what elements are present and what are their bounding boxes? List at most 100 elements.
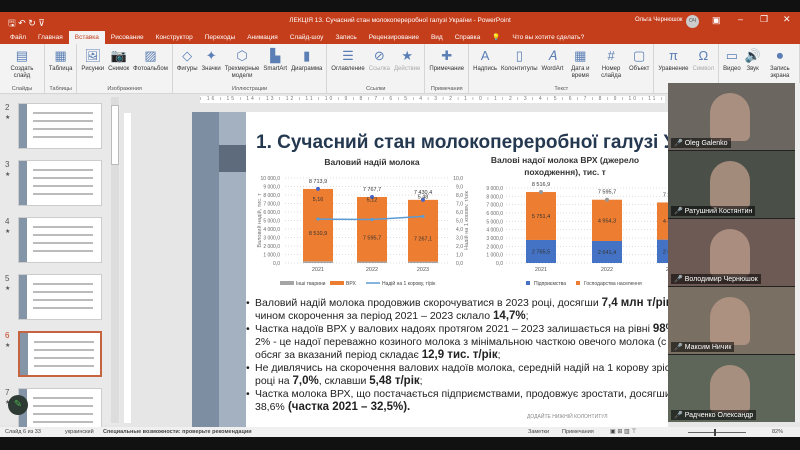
participant-video [710,93,750,141]
legend-swatch [330,281,344,285]
participant-tile[interactable]: 🎤 Володимир Чернюшок [668,219,795,286]
bullet-line: обсяг за вказаний період складає 12,9 ти… [255,349,501,362]
bullet-text: ; [419,375,423,387]
y-tick-label: 0,0 [273,261,280,267]
accessibility-status[interactable]: Специальные возможности: проверьте реком… [103,429,252,435]
user-name[interactable]: Ольга Чернюшок [635,17,683,23]
button-label: Надпись [473,66,498,72]
bullet-line: році на 7,0%, склавши 5,48 т/рік; [255,375,423,388]
bar-ВРХ [357,196,387,262]
footer-placeholder[interactable]: ДОДАЙТЕ НИЖНІЙ КОЛОНТИТУЛ [527,414,608,420]
legend-swatch [280,281,294,285]
tab-3[interactable]: Рисование [105,31,150,44]
close-button[interactable]: ✕ [783,14,791,25]
tab-1[interactable]: Главная [32,31,69,44]
button-label: Создать слайд [10,66,34,79]
participant-tile[interactable]: 🎤 Радченко Олександр [668,355,795,422]
animation-star-icon: ★ [5,172,11,178]
bar-value-label: 7 267,1 [414,237,432,243]
lightbulb-icon: 💡 [492,34,501,41]
participant-tile[interactable]: 🎤 Максим Ничик [668,287,795,354]
bullet-line: 2% - це надої переважно козиного молока … [255,336,666,349]
bullet-emphasis: 98% [652,323,668,335]
tab-8[interactable]: Запись [329,31,362,44]
button-label: Трехмерные модели [224,66,260,79]
ribbon-group-2: 🖼 Рисунки 📷 Снимок ▨ Фотоальбом Изображения [77,44,173,94]
comments-button[interactable]: Примечания [562,429,594,435]
y-tick-label: 3 000,0 [486,236,503,242]
button-label: Объект [628,66,650,72]
bullet-emphasis: 5,48 т/рік [369,375,420,387]
tab-11[interactable]: Справка [449,31,487,44]
tab-0[interactable]: Файл [4,31,32,44]
video-call-panel[interactable]: 🎤 Oleg Galenko 🎤 Ратушний Костянтин 🎤 Володим… [668,83,795,422]
tell-me-search[interactable]: Что вы хотите сделать? [506,31,590,44]
avatar[interactable]: ОЧ [686,15,699,28]
tab-7[interactable]: Слайд-шоу [284,31,330,44]
object-icon: ▢ [633,47,646,63]
legend-swatch [526,281,530,285]
table-icon: ▦ [54,47,67,63]
language[interactable]: украинский [65,429,94,435]
line-point [370,217,374,222]
tab-5[interactable]: Переходы [199,31,242,44]
zoom-slider[interactable] [688,432,746,433]
bullet-text: 38,6% [255,401,285,413]
y-tick-label: 2 000,0 [263,244,280,250]
ribbon-display-icon[interactable]: ▣ [712,15,721,26]
title-bar: 🖫 ↶ ↻ ⊽ ЛЕКЦІЯ 13. Сучасний стан молокоп… [0,12,800,31]
tab-9[interactable]: Рецензирование [363,31,425,44]
slide-title[interactable]: 1. Сучасний стан молокопереробної галузі… [256,132,668,154]
button-label: Ссылка [368,66,390,72]
thumbnail-number: 5 [5,274,10,283]
tab-10[interactable]: Вид [425,31,449,44]
thumbnail-scrollbar[interactable] [111,97,119,423]
button-label: Фигуры [176,66,198,72]
view-buttons[interactable]: ▣ ⊞ ▥ ⊤ [610,428,637,435]
y-tick-label: 4 000,0 [263,227,280,233]
tab-6[interactable]: Анимация [241,31,284,44]
bullet-text: чином скорочення за період 2021 – 2023 с… [255,310,494,322]
icons-icon: ✦ [205,47,217,63]
slide-thumbnail[interactable] [18,160,102,206]
tab-2[interactable]: Вставка [68,31,105,44]
slide-thumbnail[interactable] [18,217,102,263]
slide-thumbnails-pane[interactable]: 2★3★4★5★6★7★ [0,95,120,434]
participant-tile[interactable]: 🎤 Oleg Galenko [668,83,795,150]
legend-label: Надій на 1 корову, т/рік [382,280,436,287]
y-tick-label: 6 000,0 [263,210,280,216]
minimize-button[interactable]: – [738,14,743,24]
wordart-icon: 𝐴 [548,47,557,63]
zoom-slider-thumb[interactable] [714,429,716,436]
pen-icon[interactable]: ✎ [8,395,28,415]
group-label: Изображения [107,86,142,92]
participant-tile[interactable]: 🎤 Ратушний Костянтин [668,151,795,218]
x-tick-label: 2022 [601,267,613,273]
chart-milk-by-source[interactable]: Валові надої молока ВРХ (джерело походжен… [460,155,690,290]
chart-gross-milk-yield[interactable]: Валовий надій молока 0,0 1 000,0 2 000,0 3 0… [250,155,468,290]
button-label: Оглавление [331,66,365,72]
y-tick-label: 3 000,0 [263,236,280,242]
animation-star-icon: ★ [5,115,11,121]
bullet-icon: • [246,362,250,374]
notes-button[interactable]: Заметки [528,429,549,435]
bar-ВРХ [408,199,438,262]
slide-thumbnail[interactable] [18,274,102,320]
slide-thumbnail[interactable] [18,103,102,149]
editor-scrollbar[interactable] [795,83,800,422]
horizontal-ruler: ı 16 ı 15 ı 14 ı 13 ı 12 ı 11 ı 10 ı 9 ı… [200,96,665,103]
ribbon-group-3: ◇ Фигуры ✦ Значки ⬡ Трехмерные модели ▙ SmartAr… [173,44,328,94]
chart-title: Валовий надій молока [324,157,419,167]
participant-name-tag: 🎤 Oleg Galenko [671,138,731,148]
y-tick-label: 10 000,0 [261,176,281,182]
bullet-emphasis: (частка 2021 – 32,5%). [284,401,411,413]
line-point [316,217,320,221]
tab-4[interactable]: Конструктор [150,31,199,44]
animation-star-icon: ★ [5,229,11,235]
zoom-level[interactable]: 82% [772,429,783,435]
maximize-button[interactable]: ❐ [760,14,768,25]
y-tick-label: 9 000,0 [486,186,503,192]
slide-thumbnail[interactable] [18,331,102,377]
button-label: Символ [692,66,715,72]
thumbnail-number: 7 [5,388,10,397]
